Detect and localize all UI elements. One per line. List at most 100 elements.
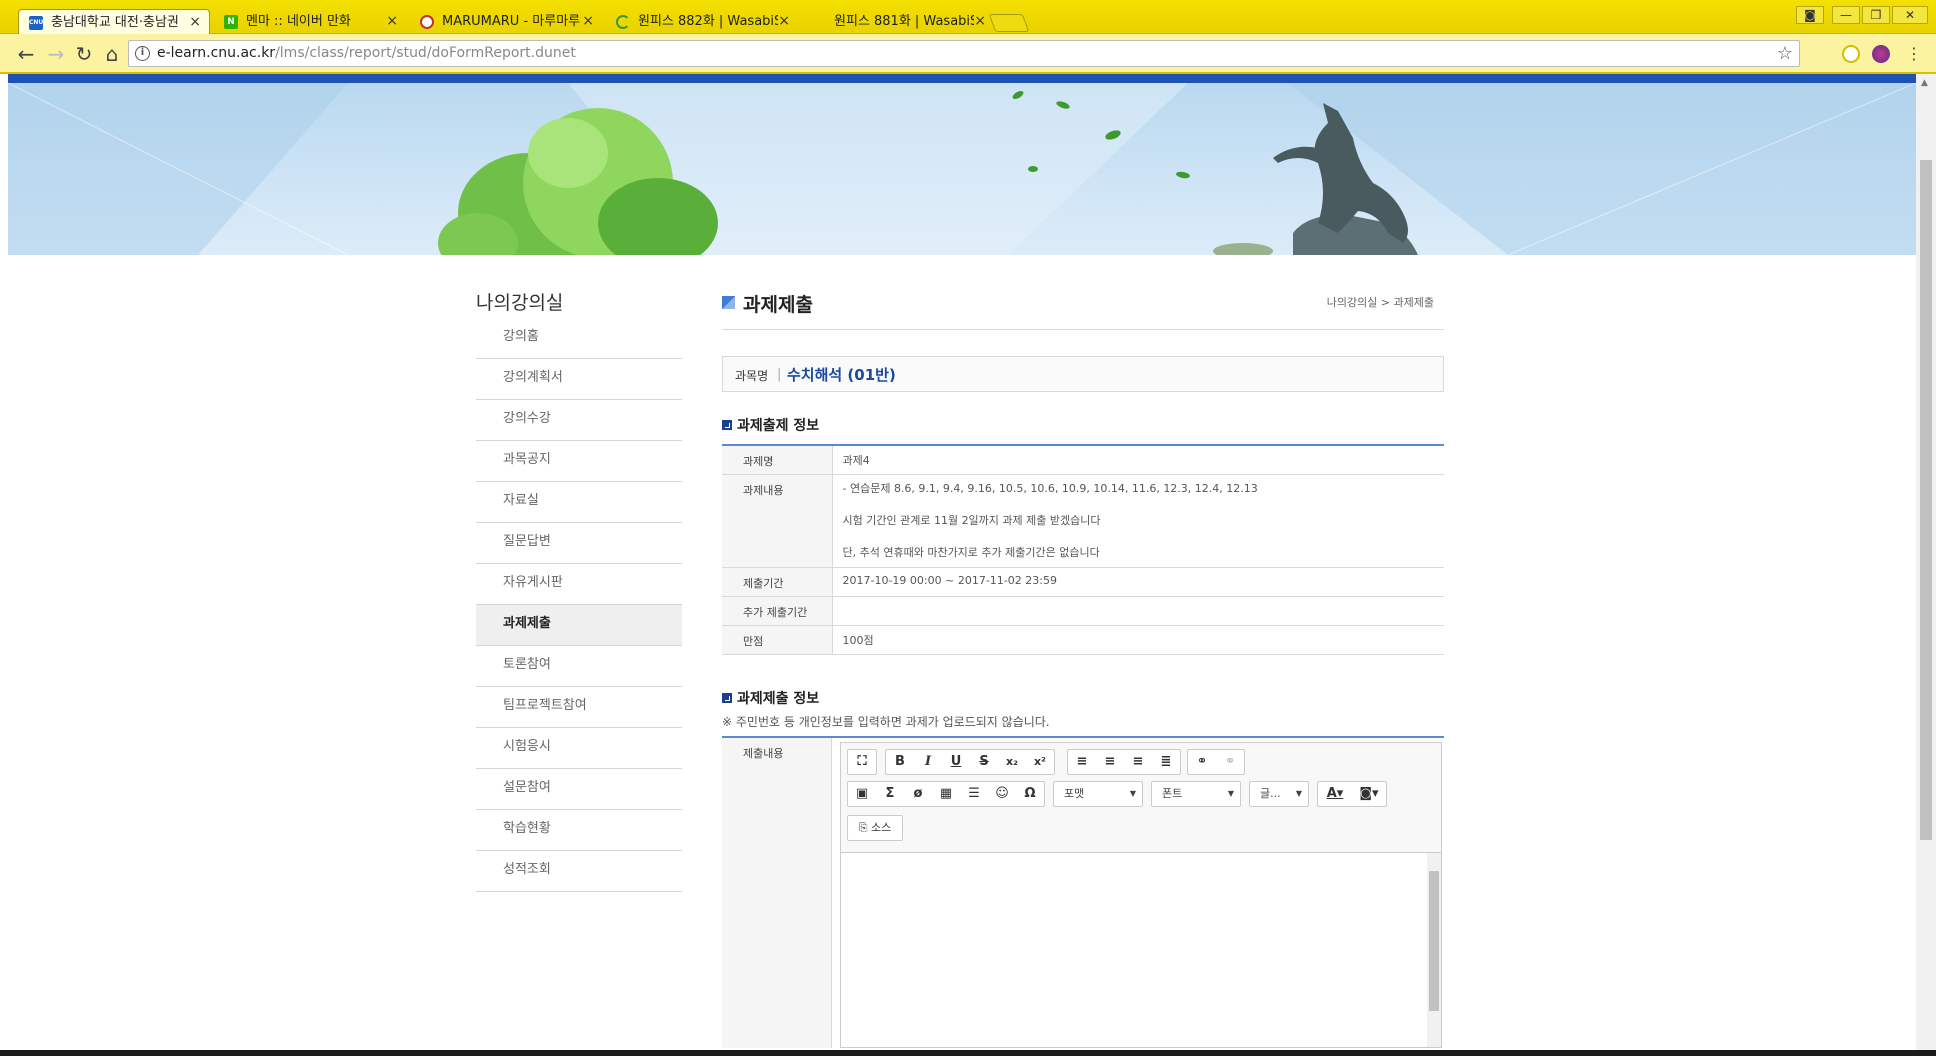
breadcrumb: 나의강의실 > 과제제출: [1326, 296, 1434, 309]
align-right-icon[interactable]: ≡: [1124, 750, 1152, 774]
spinner-icon: [616, 15, 630, 29]
omega-icon[interactable]: Ω: [1016, 782, 1044, 806]
editor-group-source: ⎘ 소스: [847, 815, 903, 841]
browser-tab[interactable]: N 멘마 :: 네이버 만화 ×: [214, 9, 406, 34]
sidebar-item-discussion[interactable]: 토론참여: [476, 646, 682, 687]
editor-content-area[interactable]: [841, 853, 1441, 1047]
editor-scrollbar[interactable]: [1427, 853, 1441, 1047]
browser-tab[interactable]: MARUMARU - 마루마루 ×: [410, 9, 602, 34]
align-left-icon[interactable]: ≡: [1068, 750, 1096, 774]
format-combo-label: 포맷: [1064, 787, 1085, 800]
align-center-icon[interactable]: ≡: [1096, 750, 1124, 774]
align-justify-icon[interactable]: ≣: [1152, 750, 1180, 774]
content-line: 단, 추석 연휴때와 마찬가지로 추가 제출기간은 없습니다: [842, 546, 1100, 559]
sidebar-item-survey[interactable]: 설문참여: [476, 769, 682, 810]
address-bar[interactable]: i e-learn.cnu.ac.kr/lms/class/report/stu…: [128, 40, 1800, 67]
content-line: - 연습문제 8.6, 9.1, 9.4, 9.16, 10.5, 10.6, …: [842, 482, 1258, 495]
sidebar-item-assignment[interactable]: 과제제출: [476, 605, 682, 646]
info-icon[interactable]: i: [135, 46, 150, 61]
scroll-up-icon[interactable]: ▲: [1921, 78, 1928, 88]
home-icon[interactable]: ⌂: [100, 42, 124, 66]
superscript-icon[interactable]: x²: [1026, 750, 1054, 774]
browser-tab-bar: CNU 충남대학교 대전·충남권 × N 멘마 :: 네이버 만화 × MARU…: [0, 0, 1936, 35]
close-tab-icon[interactable]: ×: [582, 9, 594, 34]
sidebar-item-free-board[interactable]: 자유게시판: [476, 564, 682, 605]
editor-scroll-thumb[interactable]: [1429, 871, 1439, 1011]
reload-icon[interactable]: ↻: [72, 42, 96, 66]
close-tab-icon[interactable]: ×: [386, 9, 398, 34]
sidebar-item-exam[interactable]: 시험응시: [476, 728, 682, 769]
sidebar-item-progress[interactable]: 학습현황: [476, 810, 682, 851]
browser-tab[interactable]: 원피스 881화 | WasabiS ×: [802, 9, 994, 34]
table-row: 과제명 과제4: [722, 445, 1444, 475]
restore-icon[interactable]: ❐: [1862, 6, 1890, 24]
naver-favicon: N: [224, 15, 238, 29]
font-combo[interactable]: 폰트 ▼: [1151, 781, 1241, 807]
sidebar-item-lecture-watch[interactable]: 강의수강: [476, 400, 682, 441]
site-banner: [8, 83, 1916, 255]
forward-icon[interactable]: →: [44, 42, 68, 66]
sidebar-item-resources[interactable]: 자료실: [476, 482, 682, 523]
format-combo[interactable]: 포맷 ▼: [1053, 781, 1143, 807]
page-scroll-thumb[interactable]: [1920, 160, 1932, 840]
back-icon[interactable]: ←: [14, 42, 38, 66]
profile-icon[interactable]: ◙: [1796, 6, 1824, 24]
unlink-icon[interactable]: ⚭: [1216, 750, 1244, 774]
menu-kebab-icon[interactable]: ⋮: [1902, 42, 1926, 66]
sidebar-item-syllabus[interactable]: 강의계획서: [476, 359, 682, 400]
assignment-name: 과제4: [832, 445, 1444, 475]
browser-tab[interactable]: 원피스 882화 | WasabiS ×: [606, 9, 798, 34]
tab-label: 원피스 881화 | WasabiS: [834, 14, 974, 29]
sidebar-item-qna[interactable]: 질문답변: [476, 523, 682, 564]
maximize-icon[interactable]: ⛶: [848, 750, 876, 774]
banner-illustration: [8, 83, 1916, 255]
bg-color-icon[interactable]: ◙▾: [1352, 782, 1386, 806]
chevron-down-icon: ▼: [1227, 789, 1234, 798]
sidebar-item-grades[interactable]: 성적조회: [476, 851, 682, 892]
close-tab-icon[interactable]: ×: [778, 9, 790, 34]
subscript-icon[interactable]: x₂: [998, 750, 1026, 774]
minimize-icon[interactable]: —: [1832, 6, 1860, 24]
table-row: 과제내용 - 연습문제 8.6, 9.1, 9.4, 9.16, 10.5, 1…: [722, 474, 1444, 568]
source-button[interactable]: ⎘ 소스: [848, 816, 902, 840]
bookmark-star-icon[interactable]: ☆: [1777, 41, 1793, 66]
extension-icon[interactable]: [1872, 45, 1890, 63]
size-combo[interactable]: 글... ▼: [1249, 781, 1309, 807]
sidebar-item-lecture-home[interactable]: 강의홈: [476, 318, 682, 359]
submission-period: 2017-10-19 00:00 ~ 2017-11-02 23:59: [832, 567, 1444, 597]
eye-icon: [420, 15, 434, 29]
flash-icon[interactable]: ø: [904, 782, 932, 806]
smiley-icon[interactable]: ☺: [988, 782, 1016, 806]
course-name: 수치해석 (01반): [787, 366, 896, 384]
close-tab-icon[interactable]: ×: [974, 9, 986, 34]
section-bullet-icon: [722, 693, 732, 703]
underline-icon[interactable]: U: [942, 750, 970, 774]
tab-label: 원피스 882화 | WasabiS: [638, 14, 778, 29]
sidebar-item-course-notice[interactable]: 과목공지: [476, 441, 682, 482]
horizontal-rule-icon[interactable]: ☰: [960, 782, 988, 806]
link-icon[interactable]: ⚭: [1188, 750, 1216, 774]
extension-icon[interactable]: [1842, 45, 1860, 63]
rich-text-editor: ⛶ B I U S x₂ x² ≡ ≡ ≡ ≣ ⚭ ⚭ ▣ Σ ø ▦ ☰ ☺ …: [840, 742, 1442, 1048]
content-line: 시험 기간인 관계로 11월 2일까지 과제 제출 받겠습니다: [842, 514, 1101, 527]
course-box: 과목명 | 수치해석 (01반): [722, 356, 1444, 392]
editor-group-view: ⛶: [847, 749, 877, 775]
italic-icon[interactable]: I: [914, 750, 942, 774]
sidebar-item-team-project[interactable]: 팀프로젝트참여: [476, 687, 682, 728]
section-title-text: 과제제출 정보: [737, 691, 820, 707]
page-header: 과제제출 나의강의실 > 과제제출: [722, 284, 1444, 330]
browser-tab[interactable]: CNU 충남대학교 대전·충남권 ×: [18, 9, 210, 35]
source-label: 소스: [871, 821, 892, 834]
new-tab-button[interactable]: [988, 14, 1030, 32]
strikethrough-icon[interactable]: S: [970, 750, 998, 774]
table-icon[interactable]: ▦: [932, 782, 960, 806]
editor-group-color: A▾ ◙▾: [1317, 781, 1387, 807]
image-icon[interactable]: ▣: [848, 782, 876, 806]
text-color-icon[interactable]: A▾: [1318, 782, 1352, 806]
bold-icon[interactable]: B: [886, 750, 914, 774]
page-scrollbar[interactable]: ▲: [1916, 74, 1936, 1052]
close-window-icon[interactable]: ✕: [1892, 6, 1928, 24]
sigma-icon[interactable]: Σ: [876, 782, 904, 806]
submit-form: 제출내용 ⛶ B I U S x₂ x² ≡ ≡ ≡ ≣ ⚭ ⚭ ▣ Σ ø ▦…: [722, 736, 1444, 1048]
close-tab-icon[interactable]: ×: [189, 10, 201, 35]
